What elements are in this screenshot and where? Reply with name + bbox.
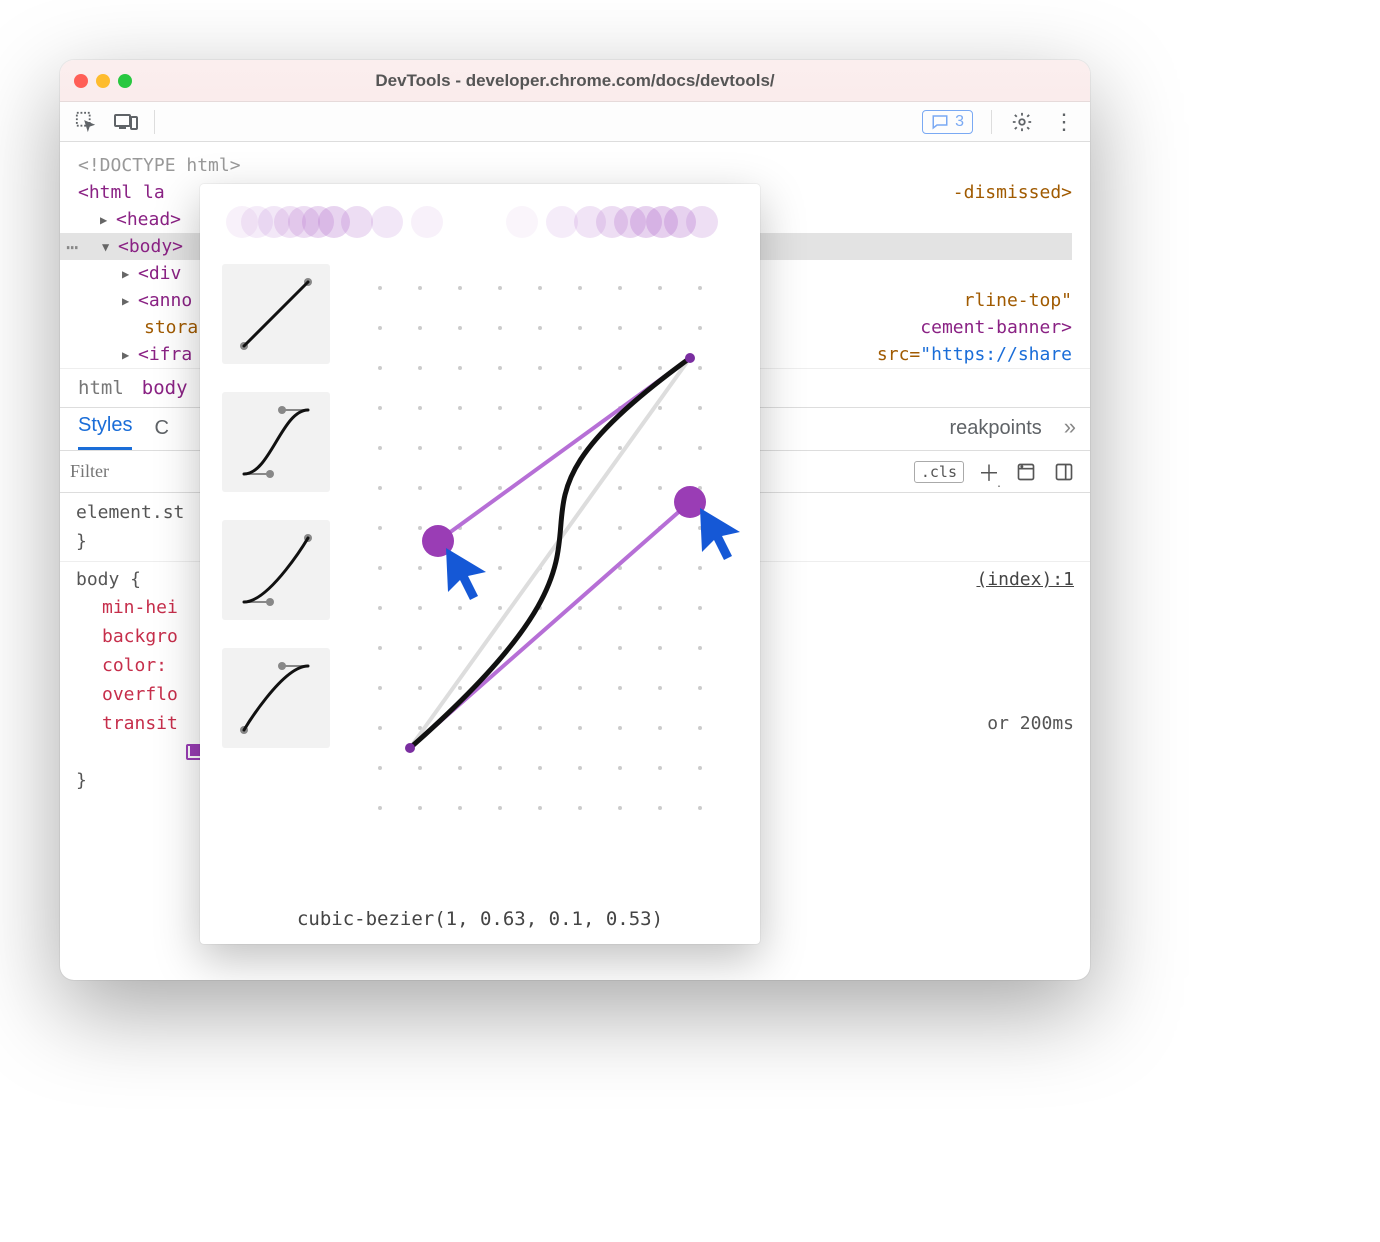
minimize-window-icon[interactable]	[96, 74, 110, 88]
preset-ease-out[interactable]	[222, 648, 330, 748]
dom-html-open[interactable]: <html la	[78, 179, 165, 206]
dom-iframe[interactable]: <ifra	[138, 341, 192, 368]
dom-attr-hint: rline-top"	[964, 287, 1072, 314]
dom-head[interactable]: <head>	[116, 206, 181, 233]
toggle-sidebar-icon[interactable]	[1052, 460, 1076, 484]
devtools-window: DevTools - developer.chrome.com/docs/dev…	[60, 60, 1090, 980]
dom-body[interactable]: <body>	[118, 233, 183, 260]
breadcrumb-item[interactable]: body	[142, 377, 188, 399]
new-style-rule-icon[interactable]: ＋.	[978, 456, 1000, 488]
tab-overflow-hint: reakpoints	[949, 417, 1041, 450]
preset-ease-in[interactable]	[222, 520, 330, 620]
expand-icon[interactable]: ▶	[122, 265, 136, 283]
window-title: DevTools - developer.chrome.com/docs/dev…	[60, 71, 1090, 91]
selector: element.st	[76, 502, 184, 523]
cursor-pointer-icon	[440, 544, 500, 604]
tab-computed-partial[interactable]: C	[154, 417, 168, 450]
computed-styles-icon[interactable]	[1014, 460, 1038, 484]
cls-toggle[interactable]: .cls	[914, 461, 964, 483]
css-value-fragment: or 200ms	[987, 710, 1074, 739]
bezier-editor-popup: cubic-bezier(1, 0.63, 0.1, 0.53)	[200, 184, 760, 944]
traffic-lights	[74, 74, 132, 88]
settings-gear-icon[interactable]	[1010, 110, 1034, 134]
rule-close: }	[76, 770, 87, 791]
preset-ease-in-out[interactable]	[222, 392, 330, 492]
kebab-menu-icon[interactable]: ⋮	[1052, 110, 1076, 134]
dom-html-attr: -dismissed>	[953, 179, 1072, 206]
dom-announcement[interactable]: <anno	[138, 287, 192, 314]
close-window-icon[interactable]	[74, 74, 88, 88]
easing-preview	[222, 202, 738, 252]
tab-styles[interactable]: Styles	[78, 414, 132, 450]
preset-linear[interactable]	[222, 264, 330, 364]
expand-icon[interactable]: ▶	[100, 211, 114, 229]
elements-panel: <!DOCTYPE html> <html la -dismissed> ▶<h…	[60, 142, 1090, 980]
titlebar: DevTools - developer.chrome.com/docs/dev…	[60, 60, 1090, 102]
feedback-button[interactable]: 3	[922, 110, 973, 134]
bezier-canvas[interactable]	[350, 258, 738, 904]
expand-icon[interactable]: ▶	[122, 292, 136, 310]
chevron-right-icon[interactable]: »	[1064, 414, 1072, 450]
device-toolbar-icon[interactable]	[114, 110, 138, 134]
dom-div[interactable]: <div	[138, 260, 181, 287]
feedback-count: 3	[955, 113, 964, 131]
selector: body {	[76, 569, 141, 590]
dom-text-fragment: stora	[144, 314, 198, 341]
rule-close: }	[76, 531, 87, 552]
bezier-value-label: cubic-bezier(1, 0.63, 0.1, 0.53)	[222, 904, 738, 930]
dom-close-hint: cement-banner>	[920, 314, 1072, 341]
preview-trail-icon	[222, 202, 738, 242]
source-link[interactable]: (index):1	[976, 566, 1074, 595]
dom-doctype: <!DOCTYPE html>	[78, 152, 1072, 179]
divider	[154, 110, 155, 134]
cursor-pointer-icon	[694, 504, 754, 564]
breadcrumb-item[interactable]: html	[78, 377, 124, 399]
dom-iframe-src: src="https://share	[877, 341, 1072, 368]
css-property[interactable]: transit	[102, 710, 178, 739]
expand-icon[interactable]: ▶	[122, 346, 136, 364]
ellipsis-icon[interactable]: ⋯	[66, 232, 76, 262]
easing-presets	[222, 258, 330, 904]
inspect-element-icon[interactable]	[74, 110, 98, 134]
divider	[991, 110, 992, 134]
devtools-toolbar: 3 ⋮	[60, 102, 1090, 142]
collapse-icon[interactable]: ▼	[102, 238, 116, 256]
zoom-window-icon[interactable]	[118, 74, 132, 88]
